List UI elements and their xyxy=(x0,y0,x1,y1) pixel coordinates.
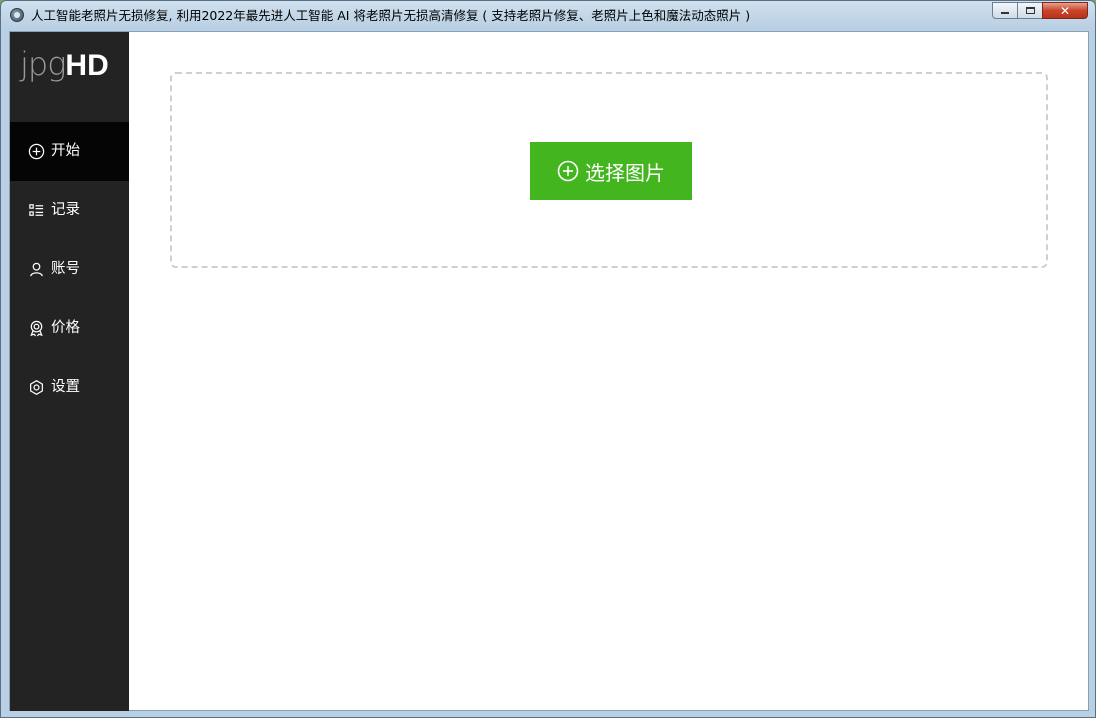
list-icon xyxy=(29,204,44,216)
sidebar-item-label: 开始 xyxy=(51,143,80,159)
plus-circle-icon xyxy=(557,160,579,182)
sidebar-item-label: 账号 xyxy=(51,261,80,277)
close-icon: ✕ xyxy=(1059,3,1071,18)
minimize-icon xyxy=(1001,12,1009,14)
maximize-icon xyxy=(1025,7,1035,14)
sidebar-item-records[interactable]: 记录 xyxy=(10,181,129,240)
window-title: 人工智能老照片无损修复, 利用2022年最先进人工智能 AI 将老照片无损高清修… xyxy=(31,8,751,23)
app-icon xyxy=(10,8,24,22)
sidebar-nav: 开始 记录 账号 价格 设置 xyxy=(10,122,129,417)
sidebar-item-label: 记录 xyxy=(51,202,80,218)
logo: jpgHD xyxy=(20,46,109,82)
image-drop-zone[interactable]: 选择图片 xyxy=(170,72,1048,268)
user-icon xyxy=(30,262,43,277)
gear-icon xyxy=(30,379,43,396)
app-window: 人工智能老照片无损修复, 利用2022年最先进人工智能 AI 将老照片无损高清修… xyxy=(0,0,1096,718)
sidebar-item-pricing[interactable]: 价格 xyxy=(10,299,129,358)
sidebar-item-start[interactable]: 开始 xyxy=(10,122,129,181)
sidebar-item-settings[interactable]: 设置 xyxy=(10,358,129,417)
main-content: 选择图片 xyxy=(129,32,1088,711)
client-area: jpgHD 开始 记录 账号 价格 设置 选择图片 xyxy=(9,31,1089,711)
sidebar: jpgHD 开始 记录 账号 价格 设置 xyxy=(10,32,129,711)
title-bar[interactable]: 人工智能老照片无损修复, 利用2022年最先进人工智能 AI 将老照片无损高清修… xyxy=(1,1,1095,30)
sidebar-item-label: 价格 xyxy=(51,320,80,336)
select-image-label: 选择图片 xyxy=(585,160,665,185)
sidebar-item-label: 设置 xyxy=(51,379,80,395)
sidebar-item-account[interactable]: 账号 xyxy=(10,240,129,299)
select-image-button[interactable]: 选择图片 xyxy=(530,142,692,200)
logo-bold-text: HD xyxy=(65,49,109,82)
plus-circle-icon xyxy=(28,143,45,160)
close-button[interactable]: ✕ xyxy=(1042,2,1088,19)
minimize-button[interactable] xyxy=(992,2,1018,19)
maximize-button[interactable] xyxy=(1017,2,1043,19)
award-icon xyxy=(30,320,43,337)
window-controls: ✕ xyxy=(992,2,1088,21)
logo-light-text: jpg xyxy=(20,45,66,83)
